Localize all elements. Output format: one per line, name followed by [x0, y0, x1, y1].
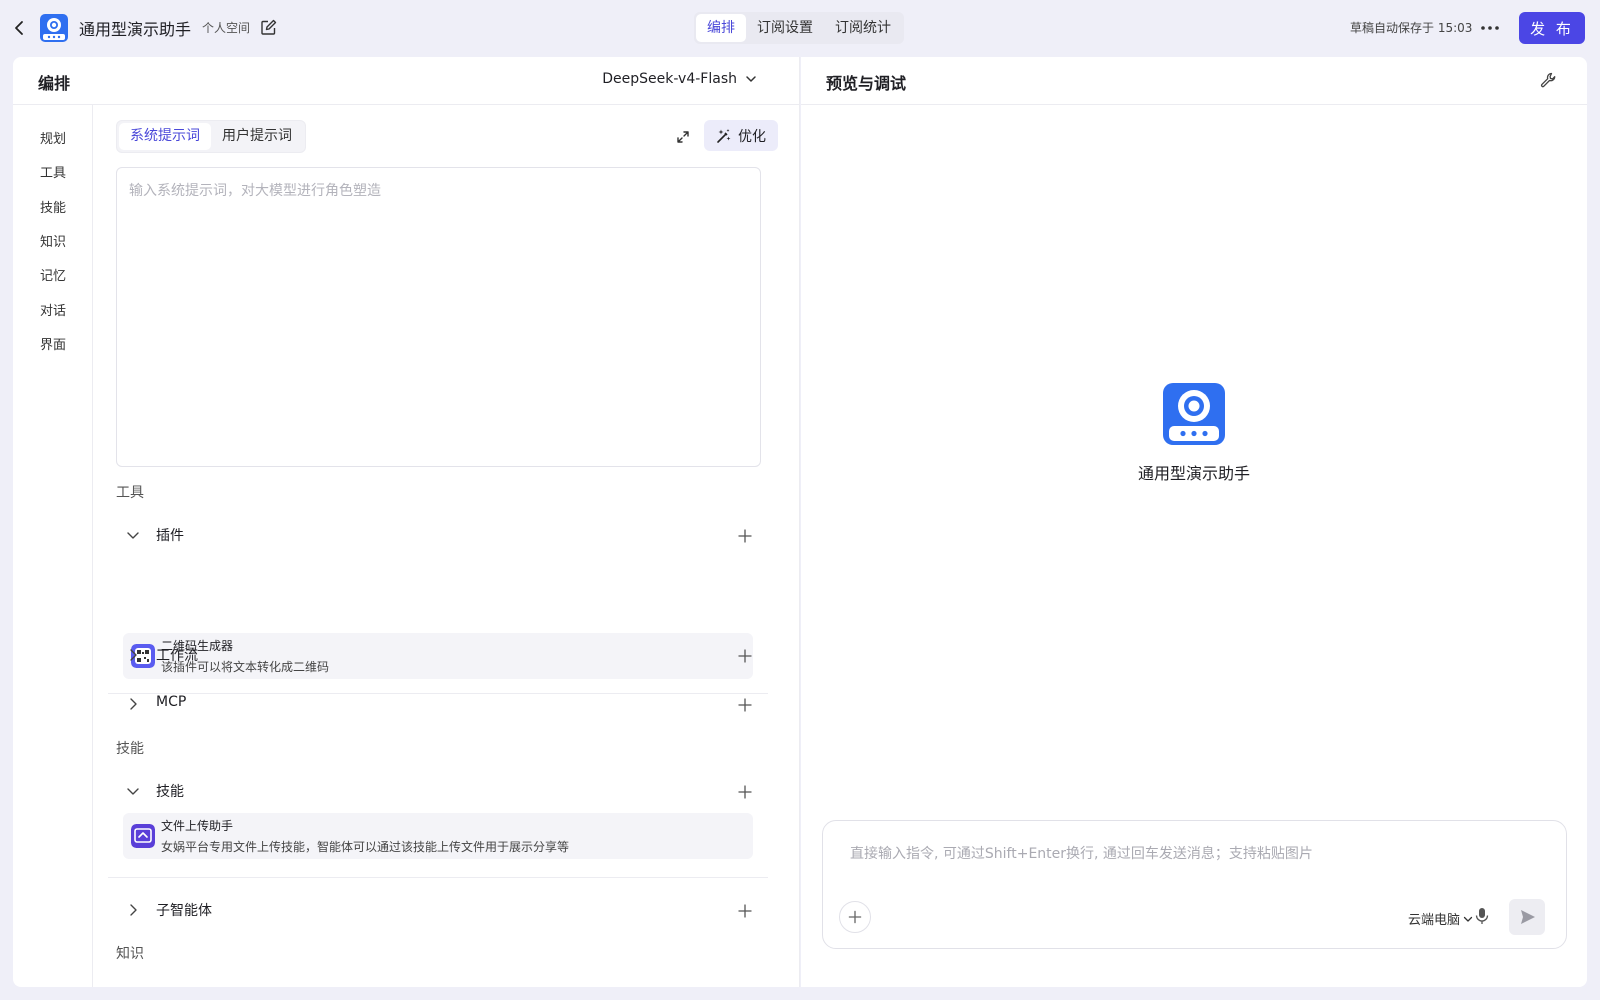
microphone-icon[interactable]: [1474, 907, 1490, 925]
plugins-group-header[interactable]: 插件: [108, 515, 768, 555]
nav-item-memory[interactable]: 记忆: [13, 265, 93, 284]
knowledge-section-label: 知识: [116, 946, 144, 962]
add-sub-agent-icon[interactable]: [738, 904, 752, 918]
optimize-label: 优化: [738, 128, 766, 145]
editor-title: 编排: [38, 74, 71, 93]
device-selector[interactable]: 云端电脑: [1408, 909, 1473, 928]
add-workflow-icon[interactable]: [738, 649, 752, 663]
editor-panel: 编排 DeepSeek-v4-Flash 规划 工具 技能 知识 记忆 对话 界…: [13, 57, 800, 987]
back-arrow-icon[interactable]: [10, 18, 28, 38]
wrench-icon[interactable]: [1540, 72, 1557, 89]
tab-subscription-stats[interactable]: 订阅统计: [824, 14, 902, 42]
tab-system-prompt[interactable]: 系统提示词: [119, 123, 211, 150]
more-icon[interactable]: [1479, 19, 1501, 37]
magic-wand-icon: [717, 128, 731, 143]
workflow-group-title: 工作流: [156, 648, 198, 664]
add-mcp-icon[interactable]: [738, 698, 752, 712]
chevron-right-icon[interactable]: [126, 648, 140, 662]
app-title: 通用型演示助手: [79, 20, 192, 39]
preview-title: 预览与调试: [826, 74, 907, 93]
model-selector[interactable]: DeepSeek-v4-Flash: [602, 71, 757, 87]
workflow-group-header[interactable]: 工作流: [108, 635, 768, 675]
chevron-down-icon[interactable]: [126, 784, 140, 798]
preview-header: 预览与调试: [801, 57, 1587, 105]
add-plugin-icon[interactable]: [738, 529, 752, 543]
preview-panel: 预览与调试 通用型演示助手 云端电脑: [801, 57, 1587, 987]
nav-item-tools[interactable]: 工具: [13, 162, 93, 181]
skill-desc: 女娲平台专用文件上传技能，智能体可以通过该技能上传文件用于展示分享等: [161, 840, 570, 854]
skill-card-file-upload[interactable]: 文件上传助手 女娲平台专用文件上传技能，智能体可以通过该技能上传文件用于展示分享…: [123, 813, 753, 859]
sub-agents-group-header[interactable]: 子智能体: [108, 890, 768, 930]
chat-composer: 云端电脑: [822, 820, 1567, 949]
prompt-tabs: 系统提示词 用户提示词: [116, 120, 306, 153]
bot-name: 通用型演示助手: [1137, 464, 1250, 483]
editor-content: 系统提示词 用户提示词 优化 工具 插件: [93, 105, 799, 987]
edit-icon[interactable]: [260, 19, 277, 36]
add-skill-icon[interactable]: [738, 785, 752, 799]
skill-name: 文件上传助手: [161, 819, 234, 833]
chevron-down-icon: [1463, 916, 1473, 922]
tools-section-label: 工具: [116, 485, 144, 501]
skills-group-header[interactable]: 技能: [108, 771, 768, 811]
autosave-status: 草稿自动保存于 15:03: [1350, 21, 1473, 35]
model-name: DeepSeek-v4-Flash: [602, 71, 737, 87]
upload-skill-icon: [131, 824, 155, 848]
send-icon[interactable]: [1509, 899, 1545, 935]
chevron-down-icon[interactable]: [126, 528, 140, 542]
nav-item-dialogue[interactable]: 对话: [13, 300, 93, 319]
nav-item-planning[interactable]: 规划: [13, 128, 93, 147]
section-nav: 规划 工具 技能 知识 记忆 对话 界面: [13, 105, 93, 987]
bot-avatar-icon: [1163, 383, 1225, 445]
chevron-right-icon[interactable]: [126, 903, 140, 917]
tab-user-prompt[interactable]: 用户提示词: [211, 123, 303, 150]
chevron-right-icon[interactable]: [126, 697, 140, 711]
nav-item-skills[interactable]: 技能: [13, 197, 93, 216]
mcp-group-header[interactable]: MCP: [108, 684, 768, 724]
nav-item-knowledge[interactable]: 知识: [13, 231, 93, 250]
workspace-label: 个人空间: [202, 21, 251, 35]
skills-group-title: 技能: [156, 784, 184, 800]
tab-subscription-settings[interactable]: 订阅设置: [746, 14, 824, 42]
device-label: 云端电脑: [1408, 913, 1461, 928]
nav-item-interface[interactable]: 界面: [13, 334, 93, 353]
optimize-button[interactable]: 优化: [704, 120, 778, 151]
add-attachment-icon[interactable]: [839, 901, 871, 933]
plugins-group-title: 插件: [156, 528, 184, 544]
skills-section-label: 技能: [116, 741, 144, 757]
top-bar: 通用型演示助手 个人空间 编排 订阅设置 订阅统计 草稿自动保存于 15:03 …: [0, 0, 1600, 56]
divider: [108, 877, 768, 878]
expand-icon[interactable]: [675, 129, 691, 145]
chat-input[interactable]: [850, 839, 1540, 869]
tab-orchestrate[interactable]: 编排: [696, 14, 746, 42]
chevron-down-icon: [746, 76, 756, 82]
editor-header: 编排 DeepSeek-v4-Flash: [13, 57, 799, 105]
system-prompt-input[interactable]: [116, 167, 761, 467]
mcp-group-title: MCP: [156, 694, 187, 710]
app-avatar-icon: [40, 14, 68, 42]
top-tabs: 编排 订阅设置 订阅统计: [694, 12, 904, 44]
publish-button[interactable]: 发 布: [1519, 12, 1585, 44]
sub-agents-group-title: 子智能体: [156, 903, 212, 919]
